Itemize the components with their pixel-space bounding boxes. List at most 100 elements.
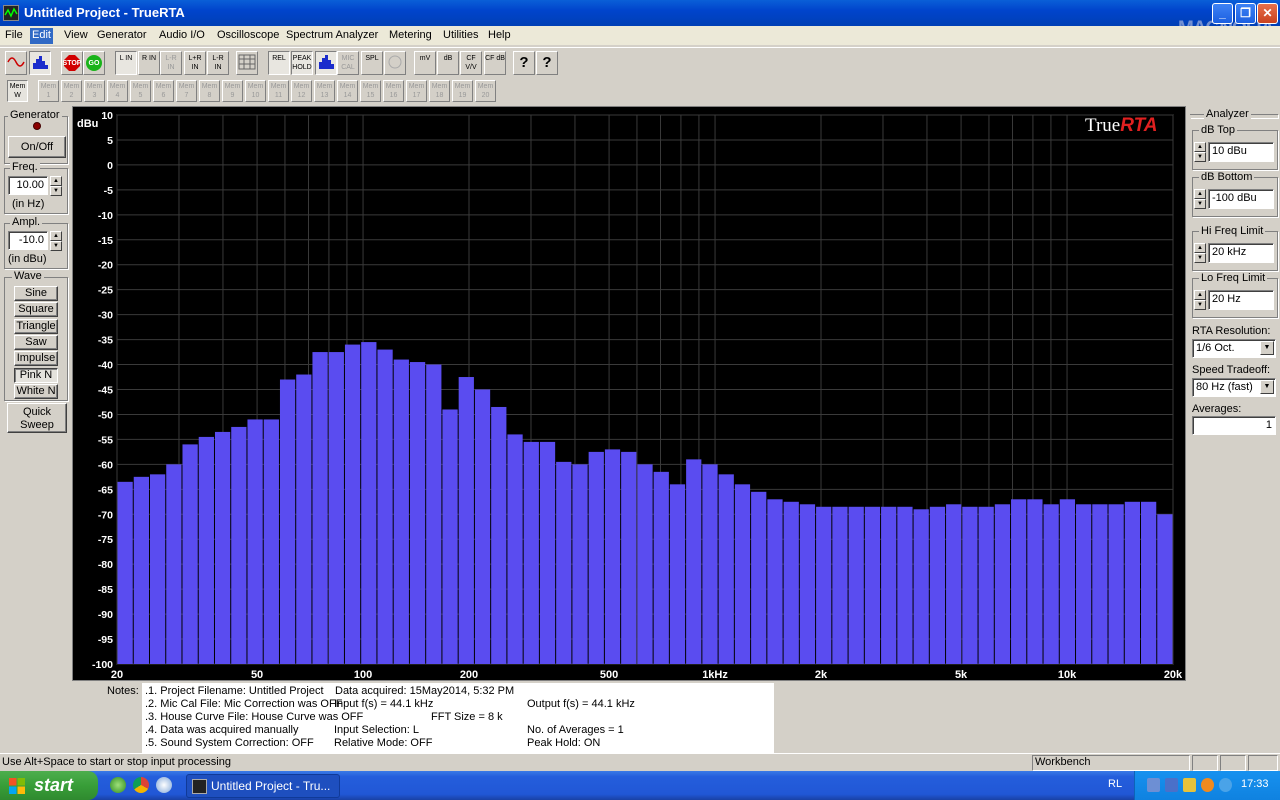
menu-metering[interactable]: Metering (387, 28, 434, 44)
spectrum-bar[interactable] (133, 476, 149, 664)
chevron-down-icon[interactable]: ▼ (1260, 380, 1274, 394)
title-bar[interactable]: Untitled Project - TrueRTA MAGNOLIA CarA… (0, 0, 1280, 47)
taskbar-item-truerta[interactable]: Untitled Project - Tru... (186, 774, 340, 798)
mem-13-button[interactable]: Mem 13 (314, 80, 335, 102)
spectrum-bar[interactable] (393, 359, 409, 664)
mem-10-button[interactable]: Mem 10 (245, 80, 266, 102)
spectrum-bar[interactable] (864, 506, 881, 664)
averages-input[interactable]: 1 (1192, 416, 1276, 435)
spectrum-bar[interactable] (328, 352, 344, 664)
spectrum-bar[interactable] (214, 431, 231, 664)
speed-tradeoff-select[interactable]: 80 Hz (fast) ▼ (1192, 378, 1276, 397)
ampl-input[interactable]: -10.0 (8, 231, 48, 250)
chrome-icon[interactable] (133, 777, 149, 793)
spectrum-bar[interactable] (312, 352, 328, 664)
spectrum-bar[interactable] (263, 419, 279, 664)
mem-8-button[interactable]: Mem 8 (199, 80, 220, 102)
mem-4-button[interactable]: Mem 4 (107, 80, 128, 102)
spectrum-bar[interactable] (442, 409, 458, 664)
spectrum-bar[interactable] (621, 451, 637, 664)
menu-oscilloscope[interactable]: Oscilloscope (215, 28, 281, 44)
context-help-button[interactable]: ? (536, 51, 558, 75)
ramp-button[interactable] (384, 51, 406, 75)
r-in-button[interactable]: R IN (138, 51, 160, 75)
db-bottom-input[interactable]: -100 dBu (1208, 189, 1274, 209)
quicklaunch-icon[interactable] (110, 777, 126, 793)
spectrum-bar[interactable] (637, 464, 653, 664)
spectrum-bar[interactable] (783, 501, 799, 664)
lo-freq-down-icon[interactable]: ▼ (1194, 300, 1206, 310)
minimize-button[interactable]: _ (1212, 3, 1233, 24)
quick-sweep-button[interactable]: Quick Sweep (7, 403, 67, 433)
spl-button[interactable]: SPL (361, 51, 383, 75)
peak-hold-button[interactable]: PEAK HOLD (291, 51, 313, 75)
wave-sine-button[interactable]: Sine (14, 286, 58, 301)
mic-cal-button[interactable]: MIC CAL (337, 51, 359, 75)
freq-up-icon[interactable]: ▲ (50, 176, 62, 186)
menu-help[interactable]: Help (486, 28, 513, 44)
wave-triangle-button[interactable]: Triangle (14, 318, 58, 334)
bars-button[interactable] (315, 51, 337, 75)
spectrum-bar[interactable] (247, 419, 263, 664)
spectrum-bar[interactable] (653, 471, 669, 664)
spectrum-bar[interactable] (686, 459, 702, 664)
mem-1-button[interactable]: Mem 1 (38, 80, 59, 102)
menu-audio-i-o[interactable]: Audio I/O (157, 28, 207, 44)
spectrum-bar[interactable] (296, 374, 312, 664)
stop-button[interactable]: STOP (61, 51, 83, 75)
db-top-input[interactable]: 10 dBu (1208, 142, 1274, 162)
ampl-up-icon[interactable]: ▲ (50, 231, 62, 241)
spectrum-bar[interactable] (994, 504, 1011, 664)
rta-mode-button[interactable] (29, 51, 51, 75)
spectrum-bar[interactable] (377, 349, 393, 664)
spectrum-bar[interactable] (1011, 499, 1027, 664)
spectrum-bar[interactable] (832, 506, 848, 664)
mem-16-button[interactable]: Mem 16 (383, 80, 404, 102)
spectrum-bar[interactable] (848, 506, 864, 664)
spectrum-bar[interactable] (182, 444, 198, 664)
mem-12-button[interactable]: Mem 12 (291, 80, 312, 102)
mem-20-button[interactable]: Mem 20 (475, 80, 496, 102)
l-minus-r-in-button[interactable]: L-R IN (207, 51, 229, 75)
rel-button[interactable]: REL (268, 51, 290, 75)
mem-9-button[interactable]: Mem 9 (222, 80, 243, 102)
menu-edit[interactable]: Edit (30, 28, 53, 44)
spectrum-bar[interactable] (149, 474, 166, 664)
spectrum-bar[interactable] (1076, 504, 1092, 664)
spectrum-bar[interactable] (978, 506, 994, 664)
spectrum-bar[interactable] (572, 464, 588, 664)
spectrum-bar[interactable] (1157, 514, 1173, 664)
spectrum-bar[interactable] (344, 344, 361, 664)
ampl-down-icon[interactable]: ▼ (50, 241, 62, 251)
network-icon[interactable] (1147, 778, 1160, 792)
freq-input[interactable]: 10.00 (8, 176, 48, 195)
rta-resolution-select[interactable]: 1/6 Oct. ▼ (1192, 339, 1276, 358)
wave-white-n-button[interactable]: White N (14, 383, 58, 399)
lo-freq-up-icon[interactable]: ▲ (1194, 290, 1206, 300)
spectrum-bar[interactable] (962, 506, 978, 664)
mem-11-button[interactable]: Mem 11 (268, 80, 289, 102)
mem-19-button[interactable]: Mem 19 (452, 80, 473, 102)
menu-generator[interactable]: Generator (95, 28, 149, 44)
spectrum-bar[interactable] (539, 441, 556, 664)
spectrum-bar[interactable] (588, 451, 604, 664)
mem-18-button[interactable]: Mem 18 (429, 80, 450, 102)
spectrum-bar[interactable] (1059, 499, 1076, 664)
spectrum-bar[interactable] (231, 426, 247, 664)
db-bottom-down-icon[interactable]: ▼ (1194, 199, 1206, 209)
cf-vv-button[interactable]: CF V/V (460, 51, 482, 75)
mem-w-button[interactable]: Mem W (7, 80, 28, 102)
spectrum-bar[interactable] (1108, 504, 1124, 664)
spectrum-bar[interactable] (604, 449, 621, 664)
spectrum-bar[interactable] (1027, 499, 1043, 664)
spectrum-bar[interactable] (751, 491, 767, 664)
spectrum-bar[interactable] (702, 464, 718, 664)
lo-freq-input[interactable]: 20 Hz (1208, 290, 1274, 310)
sine-wave-button[interactable] (5, 51, 27, 75)
maximize-button[interactable]: ❐ (1235, 3, 1256, 24)
chevron-down-icon[interactable]: ▼ (1260, 341, 1274, 355)
db-button[interactable]: dB (437, 51, 459, 75)
spectrum-bar[interactable] (507, 434, 523, 664)
rta-chart[interactable]: 1050-5-10-15-20-25-30-35-40-45-50-55-60-… (73, 107, 1185, 680)
hi-freq-input[interactable]: 20 kHz (1208, 243, 1274, 263)
